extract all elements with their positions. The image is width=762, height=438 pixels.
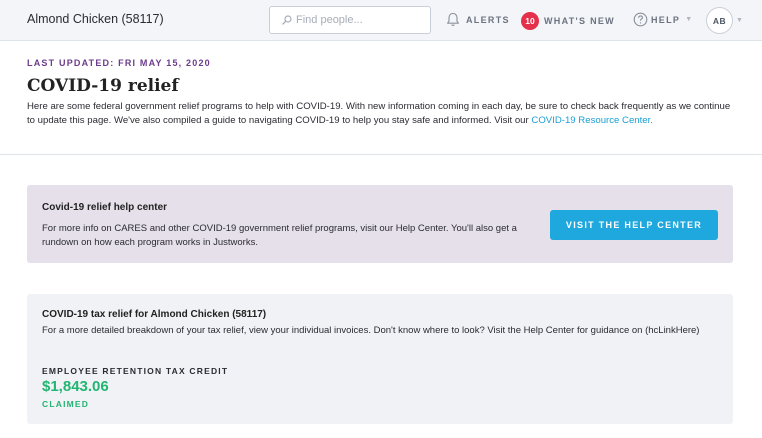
visit-help-center-button[interactable]: VISIT THE HELP CENTER	[550, 210, 718, 240]
last-updated-label: LAST UPDATED: FRI MAY 15, 2020	[27, 58, 211, 68]
top-navigation-bar: Almond Chicken (58117) ALERTS 10 WHAT'S …	[0, 0, 762, 41]
help-card-body: For more info on CARES and other COVID-1…	[42, 223, 517, 248]
user-avatar[interactable]: AB	[706, 7, 733, 34]
bell-icon	[446, 12, 460, 27]
credit-status: CLAIMED	[42, 399, 90, 409]
chevron-down-icon: ▼	[685, 16, 693, 23]
credit-amount: $1,843.06	[42, 378, 109, 395]
search-box[interactable]	[269, 6, 431, 34]
search-icon	[282, 15, 292, 25]
alerts-link[interactable]: ALERTS	[446, 12, 510, 27]
company-name[interactable]: Almond Chicken (58117)	[27, 12, 164, 26]
covid-resource-center-link[interactable]: COVID-19 Resource Center.	[531, 115, 653, 126]
help-center-card: Covid-19 relief help center For more inf…	[27, 185, 733, 263]
help-menu[interactable]: HELP ▼	[633, 12, 692, 27]
chevron-down-icon[interactable]: ▼	[736, 17, 743, 24]
whats-new-link[interactable]: 10 WHAT'S NEW	[521, 12, 615, 30]
whats-new-label: WHAT'S NEW	[544, 16, 615, 26]
help-label: HELP	[651, 14, 681, 25]
main-content: Covid-19 relief help center For more inf…	[0, 156, 762, 438]
credit-label: EMPLOYEE RETENTION TAX CREDIT	[42, 366, 229, 376]
tax-card-body: For a more detailed breakdown of your ta…	[42, 325, 700, 336]
question-icon	[633, 12, 648, 27]
whats-new-count-badge: 10	[521, 12, 539, 30]
tax-card-title: COVID-19 tax relief for Almond Chicken (…	[42, 309, 267, 320]
tax-relief-card: COVID-19 tax relief for Almond Chicken (…	[27, 294, 733, 424]
intro-paragraph: Here are some federal government relief …	[27, 100, 739, 128]
search-input[interactable]	[296, 14, 426, 26]
alerts-label: ALERTS	[466, 14, 510, 25]
page-title: COVID-19 relief	[27, 76, 179, 96]
page-header: LAST UPDATED: FRI MAY 15, 2020 COVID-19 …	[0, 42, 762, 155]
help-card-title: Covid-19 relief help center	[42, 202, 168, 213]
